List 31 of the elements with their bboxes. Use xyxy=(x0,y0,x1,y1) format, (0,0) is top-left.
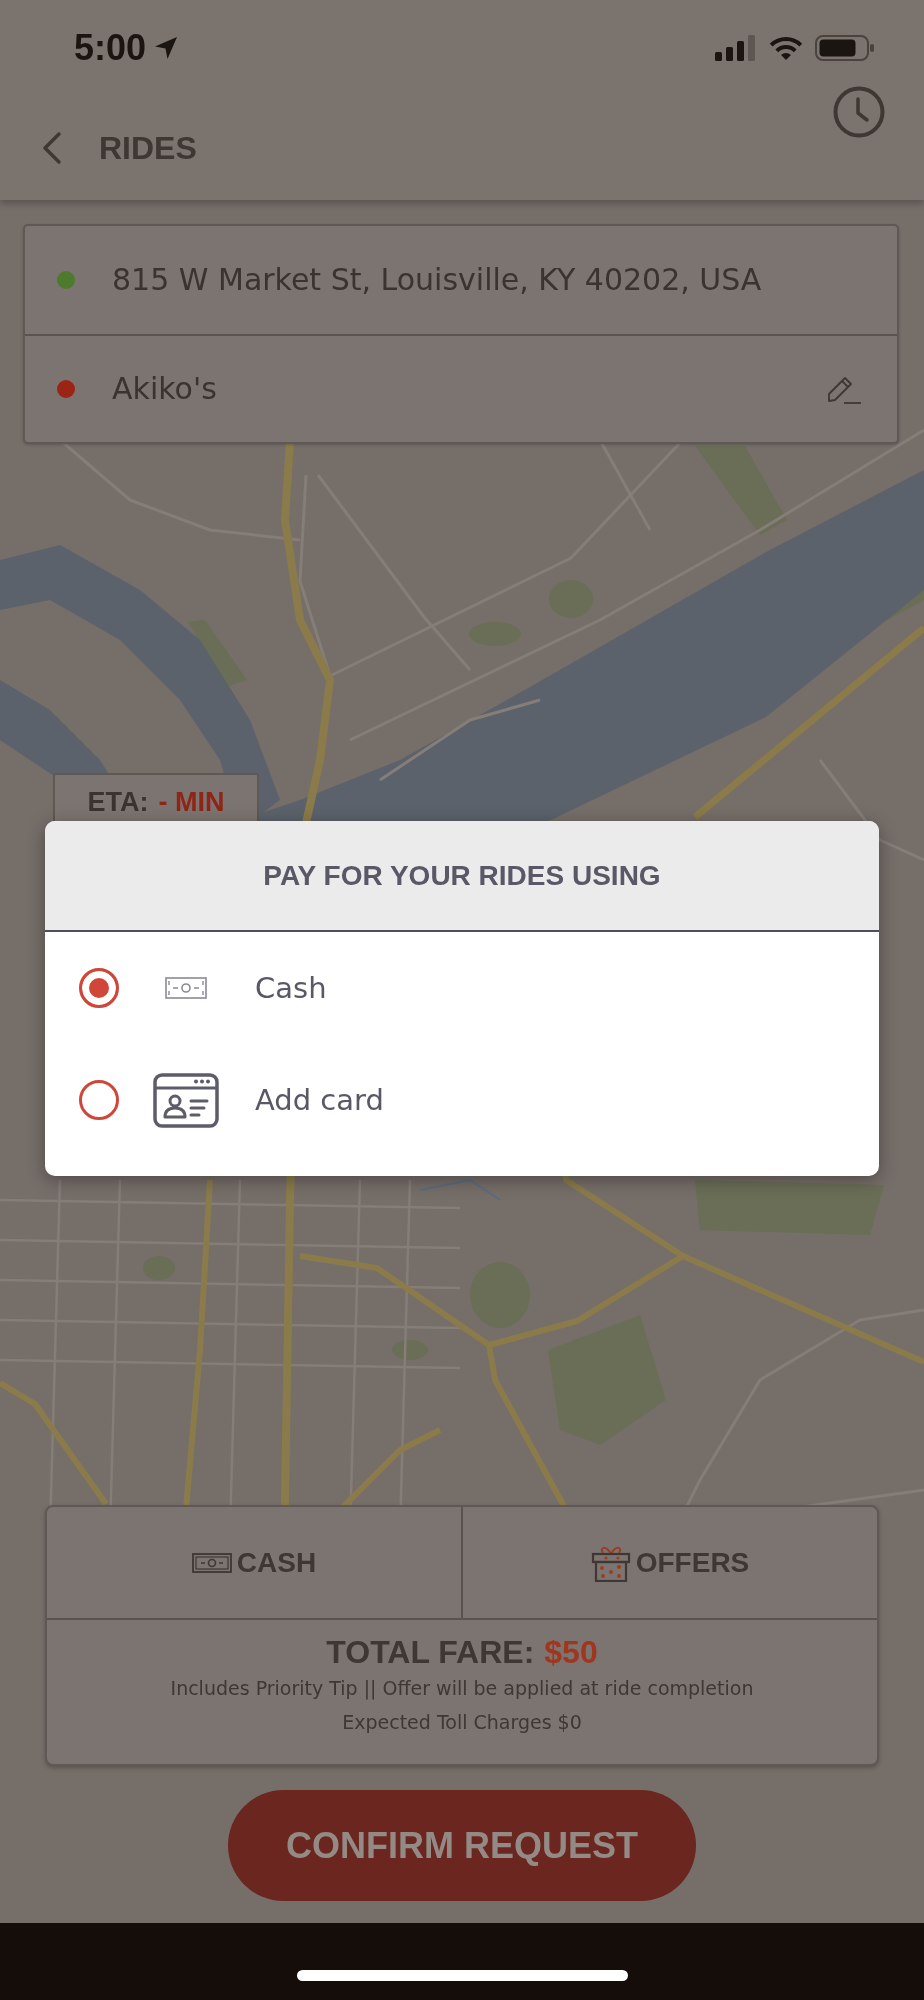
eta-value: - MIN xyxy=(158,787,225,818)
id-card-icon xyxy=(153,1072,219,1128)
offers-button[interactable]: OFFERS xyxy=(461,1507,877,1618)
location-arrow-icon xyxy=(154,36,179,60)
payment-option-label[interactable]: Add card xyxy=(255,1082,384,1118)
banknote-icon xyxy=(165,977,207,999)
park-area xyxy=(470,1262,530,1328)
payment-option-label[interactable]: Cash xyxy=(255,970,327,1006)
fare-note: Includes Priority Tip || Offer will be applied at ride completion xyxy=(170,1676,754,1702)
confirm-request-button[interactable]: CONFIRM REQUEST xyxy=(228,1790,696,1901)
radio-button[interactable] xyxy=(79,968,119,1008)
park-area xyxy=(392,1340,428,1360)
banknote-icon xyxy=(191,1552,232,1573)
park-area xyxy=(143,1256,175,1280)
fare-note: Expected Toll Charges $0 xyxy=(342,1710,582,1735)
chevron-left-icon[interactable] xyxy=(41,131,62,165)
wifi-icon xyxy=(768,35,804,61)
status-time: 5:00 xyxy=(74,30,147,66)
total-fare-label: TOTAL FARE: xyxy=(326,1633,535,1671)
page-title: RIDES xyxy=(99,128,197,168)
battery-icon xyxy=(815,35,875,61)
dialog-header: PAY FOR YOUR RIDES USING xyxy=(45,821,879,932)
signal-icon xyxy=(715,35,757,61)
eta-label: ETA: xyxy=(87,787,149,818)
clock-icon[interactable] xyxy=(833,86,885,138)
park-area xyxy=(188,620,247,687)
cash-button[interactable]: CASH xyxy=(47,1507,461,1618)
total-fare-value: $50 xyxy=(544,1633,598,1671)
address-text[interactable]: 815 W Market St, Louisville, KY 40202, USA xyxy=(112,262,762,298)
address-text[interactable]: Akiko's xyxy=(112,371,217,407)
radio-button[interactable] xyxy=(79,1080,119,1120)
